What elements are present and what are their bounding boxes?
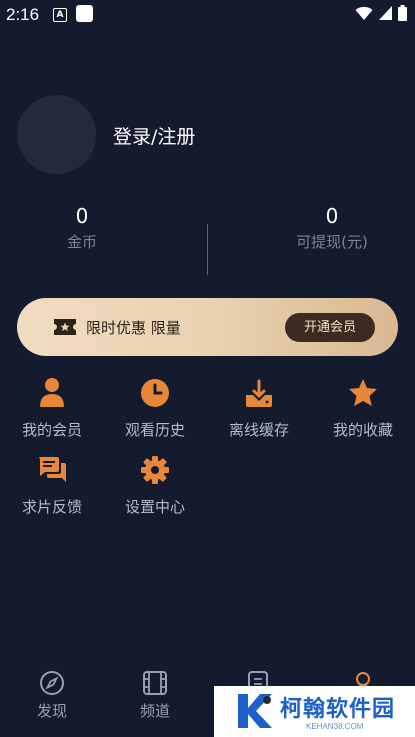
withdrawable-value: 0 bbox=[325, 204, 339, 228]
chat-icon bbox=[39, 457, 66, 482]
menu-label: 离线缓存 bbox=[228, 421, 289, 439]
withdrawable-label: 可提现(元) bbox=[296, 233, 368, 251]
menu-label: 求片反馈 bbox=[21, 498, 82, 516]
compass-icon bbox=[40, 671, 64, 695]
notification-a-icon: A bbox=[53, 8, 67, 22]
menu-offline-cache[interactable]: 离线缓存 bbox=[207, 377, 311, 440]
status-bar: 2:16 A bbox=[0, 0, 415, 30]
gear-icon bbox=[141, 456, 169, 484]
film-icon bbox=[143, 671, 167, 695]
watermark-logo-icon bbox=[238, 694, 272, 728]
withdrawable-stat[interactable]: 0 可提现(元) bbox=[252, 204, 412, 252]
status-time: 2:16 bbox=[6, 5, 40, 24]
watermark-subtitle: KEHAN38.COM bbox=[306, 722, 364, 731]
menu-label: 设置中心 bbox=[124, 498, 185, 516]
menu-my-favorites[interactable]: 我的收藏 bbox=[311, 377, 415, 440]
nav-discover[interactable]: 发现 bbox=[12, 670, 92, 721]
menu-settings-center[interactable]: 设置中心 bbox=[103, 454, 207, 517]
menu-watch-history[interactable]: 观看历史 bbox=[103, 377, 207, 440]
star-icon bbox=[349, 379, 377, 406]
stats-divider bbox=[207, 224, 208, 275]
signal-icon bbox=[379, 6, 392, 20]
menu-request-feedback[interactable]: 求片反馈 bbox=[0, 454, 104, 517]
menu-label: 观看历史 bbox=[124, 421, 185, 439]
user-icon bbox=[40, 378, 64, 407]
watermark: 柯翰软件园 KEHAN38.COM bbox=[214, 686, 415, 737]
coins-label: 金币 bbox=[66, 233, 97, 251]
menu-label: 我的收藏 bbox=[332, 421, 393, 439]
system-icons bbox=[355, 5, 407, 21]
wifi-icon bbox=[355, 6, 373, 20]
open-membership-button[interactable]: 开通会员 bbox=[285, 313, 375, 342]
coins-stat[interactable]: 0 金币 bbox=[2, 204, 162, 252]
notification-square-icon bbox=[76, 5, 93, 22]
avatar[interactable] bbox=[17, 95, 96, 174]
menu-label: 我的会员 bbox=[21, 421, 82, 439]
nav-channels[interactable]: 频道 bbox=[115, 670, 195, 721]
download-icon bbox=[246, 379, 272, 407]
menu-my-membership[interactable]: 我的会员 bbox=[0, 377, 104, 440]
watermark-title: 柯翰软件园 bbox=[280, 697, 396, 722]
login-register-link[interactable]: 登录/注册 bbox=[113, 122, 195, 149]
battery-icon bbox=[398, 5, 407, 21]
nav-label: 频道 bbox=[139, 702, 170, 720]
ticket-icon bbox=[54, 319, 76, 335]
clock-icon bbox=[141, 379, 169, 407]
coins-value: 0 bbox=[75, 204, 89, 228]
nav-label: 发现 bbox=[36, 702, 67, 720]
vip-promo-text: 限时优惠 限量 bbox=[86, 319, 181, 337]
vip-promo-banner[interactable]: 限时优惠 限量 开通会员 bbox=[17, 298, 398, 356]
